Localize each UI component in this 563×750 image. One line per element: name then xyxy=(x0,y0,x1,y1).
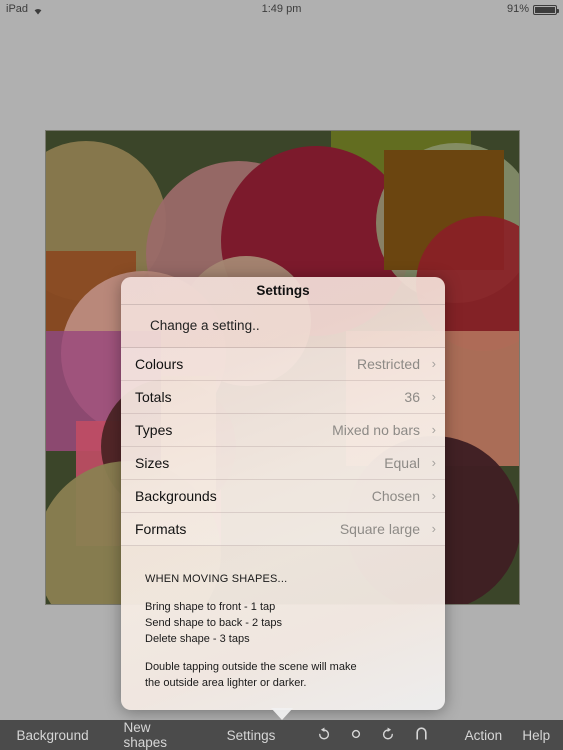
undo-icon[interactable] xyxy=(316,726,331,745)
chevron-right-icon: › xyxy=(431,356,436,371)
toolbar-icon-group xyxy=(316,726,428,745)
row-value: Chosen xyxy=(371,488,420,504)
popover-title: Settings xyxy=(121,277,445,305)
battery-icon xyxy=(533,5,559,15)
settings-row-totals[interactable]: Totals 36 › xyxy=(121,381,445,414)
settings-row-colours[interactable]: Colours Restricted › xyxy=(121,348,445,381)
row-value: Restricted xyxy=(356,356,420,372)
settings-row-types[interactable]: Types Mixed no bars › xyxy=(121,414,445,447)
settings-rows: Colours Restricted › Totals 36 › Types M… xyxy=(121,348,445,546)
row-label: Sizes xyxy=(135,455,170,471)
footer-line-4: Double tapping outside the scene will ma… xyxy=(145,660,357,673)
settings-row-backgrounds[interactable]: Backgrounds Chosen › xyxy=(121,480,445,513)
row-label: Types xyxy=(135,422,173,438)
footer-line-5: the outside area lighter or darker. xyxy=(145,676,307,689)
redo-icon[interactable] xyxy=(381,726,396,745)
status-bar: iPad 1:49 pm 91% xyxy=(0,0,563,20)
circle-icon[interactable] xyxy=(350,727,362,744)
toolbar-button-action[interactable]: Action xyxy=(465,728,503,743)
chevron-right-icon: › xyxy=(431,488,436,503)
footer-line-3: Delete shape - 3 taps xyxy=(145,632,250,645)
row-label: Totals xyxy=(135,389,172,405)
toolbar-button-settings[interactable]: Settings xyxy=(227,728,276,743)
toolbar-button-new-shapes[interactable]: New shapes xyxy=(124,720,192,750)
clock: 1:49 pm xyxy=(261,3,302,15)
settings-popover: Settings Change a setting.. Colours Rest… xyxy=(121,277,445,710)
chevron-right-icon: › xyxy=(431,455,436,470)
popover-arrow xyxy=(271,708,293,720)
row-value: Square large xyxy=(339,521,420,537)
magnet-icon[interactable] xyxy=(415,726,428,745)
popover-subtitle: Change a setting.. xyxy=(121,305,445,348)
row-label: Backgrounds xyxy=(135,488,217,504)
footer-caption: WHEN MOVING SHAPES... xyxy=(145,573,288,585)
chevron-right-icon: › xyxy=(431,422,436,437)
toolbar-button-background[interactable]: Background xyxy=(17,728,89,743)
toolbar-button-help[interactable]: Help xyxy=(522,728,550,743)
footer-paragraph-doubletap: Double tapping outside the scene will ma… xyxy=(145,660,445,692)
row-value: Equal xyxy=(384,455,420,471)
popover-footer: WHEN MOVING SHAPES... Bring shape to fro… xyxy=(121,546,445,692)
settings-row-formats[interactable]: Formats Square large › xyxy=(121,513,445,546)
footer-paragraph-taps: Bring shape to front - 1 tap Send shape … xyxy=(145,600,445,648)
footer-line-2: Send shape to back - 2 taps xyxy=(145,616,282,629)
battery-percent: 91% xyxy=(506,3,529,15)
chevron-right-icon: › xyxy=(431,389,436,404)
row-value: Mixed no bars xyxy=(332,422,420,438)
settings-row-sizes[interactable]: Sizes Equal › xyxy=(121,447,445,480)
ipad-screen: iPad 1:49 pm 91% Settings Change a setti… xyxy=(0,0,563,750)
bottom-toolbar: Background New shapes Settings Action He… xyxy=(0,720,563,750)
footer-line-1: Bring shape to front - 1 tap xyxy=(145,600,276,613)
row-label: Colours xyxy=(135,356,184,372)
chevron-right-icon: › xyxy=(431,521,436,536)
status-bar-right: 91% xyxy=(506,3,559,15)
row-value: 36 xyxy=(404,389,420,405)
row-label: Formats xyxy=(135,521,187,537)
